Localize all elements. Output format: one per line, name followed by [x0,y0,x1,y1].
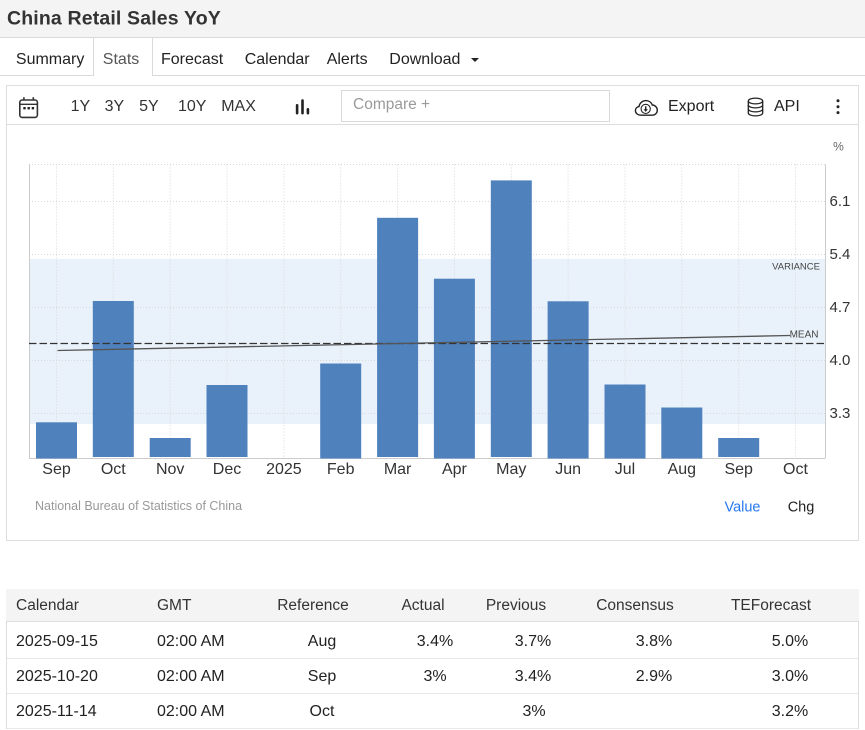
svg-text:Jul: Jul [615,461,635,478]
svg-text:Sep: Sep [724,461,753,478]
svg-text:2025: 2025 [266,461,302,478]
svg-text:May: May [496,461,526,478]
svg-text:4.0: 4.0 [830,352,851,369]
svg-text:MEAN: MEAN [790,330,819,341]
svg-text:%: % [833,140,844,154]
svg-text:4.7: 4.7 [830,299,851,316]
svg-text:Apr: Apr [442,461,468,478]
svg-text:Feb: Feb [327,461,355,478]
svg-text:National Bureau of Statistics: National Bureau of Statistics of China [35,499,242,513]
svg-text:Value: Value [724,500,760,516]
svg-text:VARIANCE: VARIANCE [772,262,820,273]
svg-text:5.4: 5.4 [830,246,851,263]
svg-text:Oct: Oct [783,461,808,478]
svg-text:Chg: Chg [788,500,815,516]
svg-text:3.3: 3.3 [830,405,851,422]
svg-text:Oct: Oct [101,461,126,478]
svg-text:Nov: Nov [156,461,184,478]
svg-text:Mar: Mar [384,461,412,478]
svg-text:Jun: Jun [555,461,581,478]
svg-text:Aug: Aug [668,461,696,478]
svg-text:Sep: Sep [42,461,71,478]
svg-text:Dec: Dec [213,461,241,478]
svg-text:6.1: 6.1 [830,193,851,210]
